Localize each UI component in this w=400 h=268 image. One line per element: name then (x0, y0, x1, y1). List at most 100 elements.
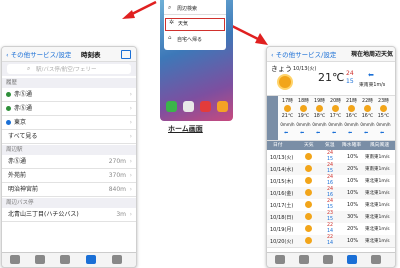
daily-wind: 東北東1m/s (365, 191, 390, 196)
daily-wind: 東南東1m/s (365, 167, 390, 172)
menu-item-nearby-search[interactable]: ⌕ 周辺検索 (164, 3, 226, 15)
hour-label: 18時 (298, 99, 309, 104)
station-row[interactable]: 外苑前 370m › (2, 169, 136, 183)
sun-icon (305, 177, 312, 184)
daily-pop: 10% (347, 202, 359, 208)
train-icon (6, 106, 11, 111)
hour-rain: 0mm/h (312, 122, 327, 127)
tab-search-icon[interactable] (299, 255, 309, 264)
search-bar: ⌕ 駅/バス停/航空/フェリー (2, 62, 136, 76)
sun-icon (279, 76, 291, 88)
daily-pop: 20% (347, 226, 359, 232)
bus-stop-name: 北青山三丁目(ハチ公バス) (8, 211, 79, 218)
tab-train-icon[interactable] (60, 255, 70, 264)
back-button[interactable]: ‹ その他サービス/設定 (271, 49, 336, 59)
station-name: 明治神宮前 (8, 186, 39, 193)
menu-item-go-home[interactable]: ⌂ 自宅へ帰る (164, 34, 226, 45)
hour-temp: 17℃ (329, 114, 342, 119)
gear-icon: ✲ (169, 19, 175, 26)
hour-rain: 0mm/h (360, 122, 375, 127)
daily-pop: 10% (347, 238, 359, 244)
app-icon[interactable] (166, 101, 177, 112)
hourly-column: 21時 16℃ 0mm/h ⬅ (344, 97, 359, 139)
station-row[interactable]: 赤Ⓢ通 270m › (2, 155, 136, 169)
search-icon: ⌕ (27, 65, 31, 72)
tab-user-icon[interactable] (112, 255, 122, 264)
hour-label: 20時 (330, 99, 341, 104)
home-screen: ⌕ 周辺検索 ✲ 天気 ⌂ 自宅へ帰る (160, 0, 233, 121)
header-date: 日付 (273, 143, 283, 148)
high-temp: 24 (346, 70, 354, 77)
chevron-right-icon: › (129, 172, 132, 179)
chevron-right-icon: › (129, 105, 132, 112)
sun-icon (300, 105, 307, 112)
daily-date: 10/16(金) (270, 191, 294, 197)
tab-home-icon[interactable] (275, 255, 285, 264)
tab-search-icon[interactable] (35, 255, 45, 264)
see-all-button[interactable]: すべて見る › (2, 130, 136, 144)
daily-row[interactable]: 10/20(火) 22 14 10% 東北東1m/s (267, 235, 395, 248)
menu-item-weather[interactable]: ✲ 天気 (165, 18, 225, 31)
arrow-left (122, 0, 157, 19)
sun-icon (380, 105, 387, 112)
wind-arrow-icon: ⬅ (364, 130, 369, 136)
search-placeholder: 駅/バス停/航空/フェリー (36, 67, 97, 73)
history-item[interactable]: 東京 › (2, 116, 136, 130)
search-input[interactable]: ⌕ 駅/バス停/航空/フェリー (7, 64, 131, 74)
hour-temp: 16℃ (345, 114, 358, 119)
wind-arrow-icon: ⬅ (332, 130, 337, 136)
daily-low: 15 (327, 157, 334, 162)
wind-arrow-icon: ⬅ (380, 130, 385, 136)
shortcut-menu: ⌕ 周辺検索 ✲ 天気 ⌂ 自宅へ帰る (164, 0, 226, 50)
tab-home-icon[interactable] (10, 255, 20, 264)
daily-wind: 東北東1m/s (365, 203, 390, 208)
sun-icon (305, 225, 312, 232)
history-item[interactable]: 赤Ⓢ通 › (2, 102, 136, 116)
chevron-right-icon: › (129, 211, 132, 218)
tab-user-icon[interactable] (371, 255, 381, 264)
header-temp: 気温 (325, 143, 335, 148)
hourly-column: 19時 18℃ 0mm/h ⬅ (312, 97, 327, 139)
search-icon: ⌕ (168, 4, 172, 11)
tab-train-icon[interactable] (323, 255, 333, 264)
daily-date: 10/13(火) (270, 155, 294, 161)
station-name: 赤Ⓢ通 (8, 158, 27, 165)
hourly-column: 17時 21℃ 0mm/h ⬅ (280, 97, 295, 139)
wind-arrow-icon: ⬅ (348, 130, 353, 136)
today-summary: きょう 10/13(火) 21℃ 24 15 ⬅ 東南東1m/s (267, 62, 395, 94)
app-icon[interactable] (217, 101, 228, 112)
hour-label: 17時 (282, 99, 293, 104)
book-icon[interactable] (121, 50, 131, 59)
chevron-right-icon: › (129, 158, 132, 165)
header-weather: 天気 (304, 143, 314, 148)
daily-pop: 20% (347, 166, 359, 172)
hour-temp: 15℃ (377, 114, 390, 119)
hour-rain: 0mm/h (376, 122, 391, 127)
back-button[interactable]: ‹ その他サービス/設定 (6, 49, 71, 59)
hour-temp: 18℃ (313, 114, 326, 119)
app-icon[interactable] (200, 101, 211, 112)
bus-stop-row[interactable]: 北青山三丁目(ハチ公バス) 3m › (2, 208, 136, 222)
app-icon[interactable] (183, 101, 194, 112)
weather-screen: ‹ その他サービス/設定 現在地周辺天気 きょう 10/13(火) 21℃ 24… (266, 46, 396, 268)
daily-low: 16 (327, 193, 334, 198)
chevron-right-icon: › (129, 119, 132, 126)
current-temp: 21℃ (318, 71, 345, 84)
train-icon (6, 92, 11, 97)
station-distance: 370m (108, 172, 126, 179)
station-name: 外苑前 (8, 172, 27, 179)
daily-high: 22 (327, 223, 334, 228)
tab-timetable-icon[interactable] (86, 255, 96, 264)
daily-high: 24 (327, 151, 334, 156)
back-label: その他サービス/設定 (275, 51, 337, 59)
station-row[interactable]: 明治神宮前 840m › (2, 183, 136, 197)
chevron-right-icon: › (129, 133, 132, 140)
history-item[interactable]: 赤Ⓢ通 › (2, 88, 136, 102)
hour-temp: 21℃ (281, 114, 294, 119)
daily-pop: 10% (347, 178, 359, 184)
station-distance: 840m (108, 186, 126, 193)
daily-low: 14 (327, 241, 334, 246)
daily-high: 23 (327, 211, 334, 216)
back-label: その他サービス/設定 (10, 51, 72, 59)
tab-timetable-icon[interactable] (347, 255, 357, 264)
